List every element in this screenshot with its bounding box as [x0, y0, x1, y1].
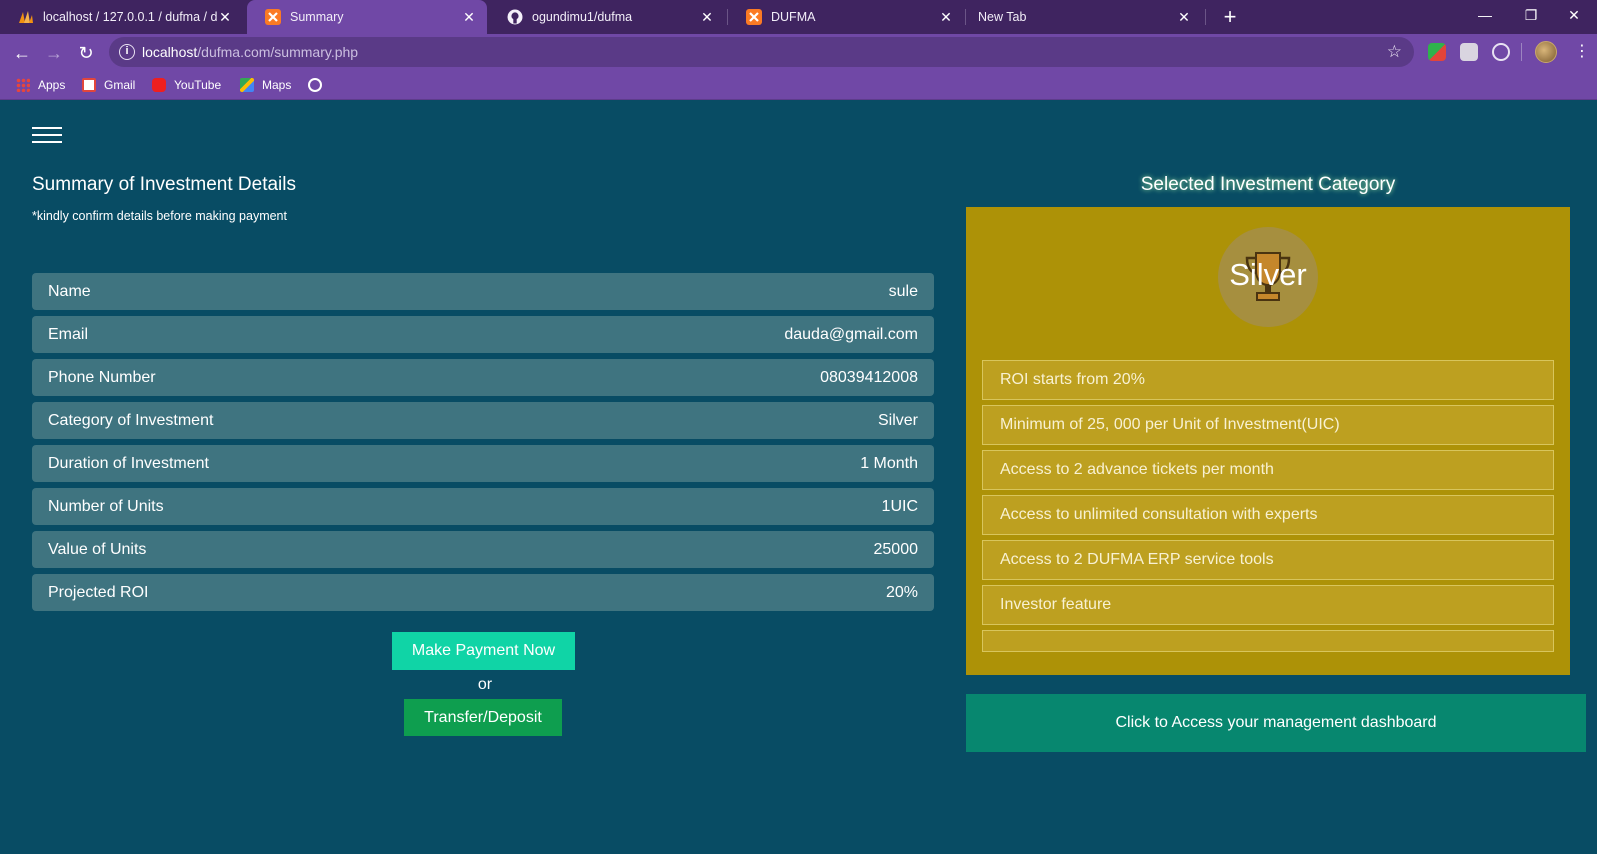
bookmark-globe[interactable] [308, 76, 330, 94]
or-text: or [477, 676, 493, 693]
close-icon[interactable]: ✕ [217, 9, 233, 26]
tab-summary[interactable]: Summary ✕ [247, 0, 487, 34]
bookmarks-bar: Apps Gmail YouTube Maps [0, 70, 1597, 100]
detail-label: Email [48, 325, 89, 343]
url-host: localhost [142, 44, 198, 60]
feature-item: ROI starts from 20% [982, 360, 1554, 400]
github-icon [507, 9, 523, 25]
detail-label: Number of Units [48, 497, 164, 515]
detail-value: 25000 [873, 540, 919, 558]
category-heading: Selected Investment Category [1140, 174, 1396, 195]
bookmark-star-icon[interactable]: ☆ [1387, 37, 1402, 67]
detail-row-duration: Duration of Investment 1 Month [32, 445, 934, 482]
page-title: Summary of Investment Details [32, 174, 296, 195]
close-icon[interactable]: ✕ [461, 9, 477, 26]
tab-new-tab[interactable]: New Tab ✕ [966, 0, 1202, 34]
tab-dufma[interactable]: DUFMA ✕ [728, 0, 964, 34]
bookmark-apps[interactable]: Apps [16, 76, 65, 94]
detail-label: Duration of Investment [48, 454, 209, 472]
bookmark-label: YouTube [174, 78, 222, 92]
tab-divider [1205, 9, 1206, 25]
apps-grid-icon [16, 78, 30, 92]
tab-title: localhost / 127.0.0.1 / dufma / du [43, 10, 217, 24]
bookmark-label: Maps [262, 78, 292, 92]
feature-item: Access to 2 advance tickets per month [982, 450, 1554, 490]
bookmark-label: Apps [38, 78, 66, 92]
transfer-deposit-button[interactable]: Transfer/Deposit [404, 699, 562, 736]
detail-label: Name [48, 282, 91, 300]
detail-row-roi: Projected ROI 20% [32, 574, 934, 611]
url-path: /dufma.com/summary.php [197, 44, 359, 60]
detail-value: 20% [885, 583, 918, 601]
detail-value: Silver [877, 411, 918, 429]
tab-title: Summary [290, 10, 344, 24]
reload-icon[interactable]: ↻ [72, 39, 100, 67]
category-badge-label: Silver [1229, 257, 1307, 292]
detail-row-name: Name sule [32, 273, 934, 310]
globe-icon [308, 78, 322, 92]
feature-item-empty [982, 630, 1554, 652]
detail-label: Category of Investment [48, 411, 214, 429]
tab-phpmyadmin[interactable]: localhost / 127.0.0.1 / dufma / du ✕ [0, 0, 243, 34]
tab-strip: localhost / 127.0.0.1 / dufma / du ✕ Sum… [0, 0, 1597, 34]
detail-row-email: Email dauda@gmail.com [32, 316, 934, 353]
restore-icon[interactable]: ❐ [1508, 0, 1554, 34]
gmail-icon [82, 78, 96, 92]
feature-item: Access to 2 DUFMA ERP service tools [982, 540, 1554, 580]
detail-value: sule [888, 282, 918, 300]
minimize-icon[interactable]: — [1462, 0, 1508, 34]
detail-value: dauda@gmail.com [784, 325, 918, 343]
new-tab-button[interactable]: + [1215, 2, 1245, 32]
detail-value: 1 Month [860, 454, 918, 472]
close-window-icon[interactable]: ✕ [1551, 0, 1597, 34]
extension-cube-icon[interactable] [1460, 43, 1478, 61]
profile-avatar[interactable] [1535, 41, 1557, 63]
category-badge: Silver [1218, 227, 1318, 327]
forward-arrow-icon[interactable]: → [40, 39, 68, 67]
maps-icon [240, 78, 254, 92]
toolbar-divider [1521, 43, 1522, 61]
bookmark-label: Gmail [104, 78, 136, 92]
react-devtools-icon[interactable] [1492, 43, 1510, 61]
detail-value: 1UIC [881, 497, 918, 515]
detail-label: Value of Units [48, 540, 147, 558]
dashboard-access-button[interactable]: Click to Access your management dashboar… [966, 694, 1586, 752]
detail-label: Projected ROI [48, 583, 149, 601]
make-payment-button[interactable]: Make Payment Now [392, 632, 575, 670]
extension-colorful-icon[interactable] [1428, 43, 1446, 61]
more-menu-icon[interactable]: ⋮ [1574, 40, 1590, 64]
tab-title: New Tab [978, 10, 1027, 24]
bookmark-gmail[interactable]: Gmail [82, 76, 135, 94]
close-icon[interactable]: ✕ [1176, 9, 1192, 26]
detail-row-category: Category of Investment Silver [32, 402, 934, 439]
phpmyadmin-icon [18, 9, 34, 25]
detail-label: Phone Number [48, 368, 156, 386]
address-bar[interactable]: i localhost/dufma.com/summary.php ☆ [109, 37, 1414, 67]
feature-item: Investor feature [982, 585, 1554, 625]
tab-title: ogundimu1/dufma [532, 10, 633, 24]
feature-item: Access to unlimited consultation with ex… [982, 495, 1554, 535]
detail-row-value: Value of Units 25000 [32, 531, 934, 568]
detail-row-phone: Phone Number 08039412008 [32, 359, 934, 396]
xampp-icon [746, 9, 762, 25]
page-subtitle: *kindly confirm details before making pa… [32, 209, 287, 223]
youtube-icon [152, 78, 166, 92]
bookmark-maps[interactable]: Maps [240, 76, 291, 94]
info-icon[interactable]: i [119, 44, 135, 60]
xampp-icon [265, 9, 281, 25]
category-card: Silver ROI starts from 20% Minimum of 25… [966, 207, 1570, 675]
close-icon[interactable]: ✕ [699, 9, 715, 26]
detail-value: 08039412008 [820, 368, 918, 386]
tab-title: DUFMA [771, 10, 816, 24]
back-arrow-icon[interactable]: ← [8, 39, 36, 67]
detail-row-units: Number of Units 1UIC [32, 488, 934, 525]
hamburger-menu-icon[interactable] [32, 127, 62, 143]
tab-github[interactable]: ogundimu1/dufma ✕ [489, 0, 725, 34]
browser-toolbar: ← → ↻ i localhost/dufma.com/summary.php … [0, 34, 1597, 70]
bookmark-youtube[interactable]: YouTube [152, 76, 221, 94]
feature-item: Minimum of 25, 000 per Unit of Investmen… [982, 405, 1554, 445]
close-icon[interactable]: ✕ [938, 9, 954, 26]
